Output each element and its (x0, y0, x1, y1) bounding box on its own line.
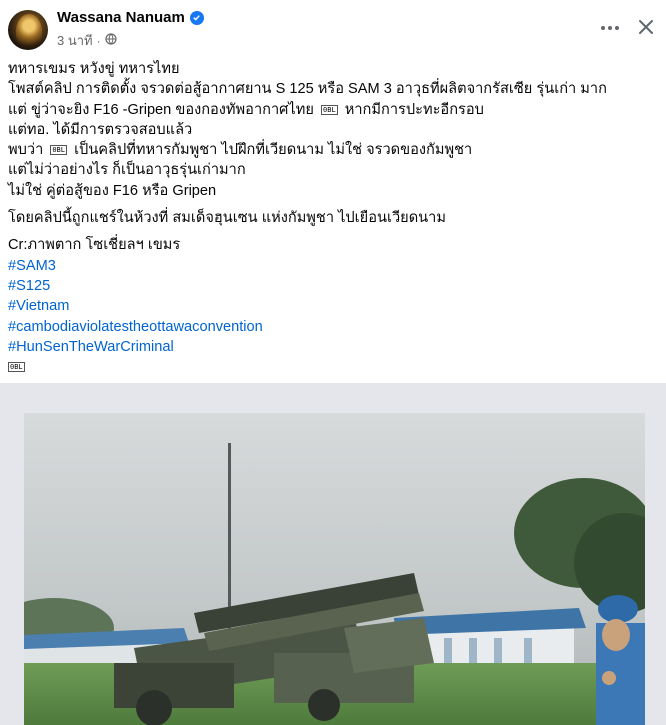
post-video[interactable] (24, 413, 645, 725)
post-line: แต่ไม่ว่าอย่างไร ก็เป็นอาวุธรุ่นเก่ามาก (8, 162, 246, 179)
post-line-text: เป็นคลิปที่ทหารกัมพูชา ไปฝึกที่เวียดนาม … (74, 142, 473, 159)
author-name[interactable]: Wassana Nanuam (57, 9, 185, 26)
post-line: แต่ ขู่ว่าจะยิง F16 -Gripen ของกองทัพอาก… (8, 100, 658, 120)
more-options-button[interactable] (596, 14, 624, 42)
post-line: ไม่ใช่ คู่ต่อสู้ของ F16 หรือ Gripen (8, 182, 217, 199)
hashtag-sam3[interactable]: #SAM3 (8, 256, 658, 276)
hashtag-hunsen[interactable]: #HunSenTheWarCriminal (8, 337, 658, 357)
hashtag-vietnam[interactable]: #Vietnam (8, 296, 658, 316)
author-row: Wassana Nanuam (57, 9, 204, 26)
post-line: 0BL (8, 357, 658, 377)
post-meta: 3 นาที · (57, 30, 117, 51)
emoji-placeholder-icon: 0BL (8, 362, 25, 373)
globe-icon (105, 33, 117, 48)
post-line-text: หากมีการปะทะอีกรอบ (344, 101, 484, 118)
post-line: โพสต์คลิป การติดตั้ง จรวดต่อสู้อากาศยาน … (8, 81, 607, 98)
post-header: Wassana Nanuam 3 นาที · (0, 0, 666, 56)
verified-badge-icon (189, 10, 204, 25)
post-body: ทหารเขมร หวังขู่ ทหารไทย โพสต์คลิป การติ… (8, 59, 658, 377)
hashtag-s125[interactable]: #S125 (8, 276, 658, 296)
meta-separator: · (96, 33, 101, 48)
media-container (0, 383, 666, 725)
post-credit: Cr:ภาพตาก โซเชี่ยลฯ เขมร (8, 237, 181, 254)
post-line: โดยคลิปนี้ถูกแชร์ในห้วงที่ สมเด็จฮุนเซน … (8, 210, 446, 227)
emoji-placeholder-icon: 0BL (321, 104, 338, 115)
close-button[interactable] (632, 12, 660, 42)
post-line: แต่ทอ. ได้มีการตรวจสอบแล้ว (8, 121, 193, 138)
emoji-placeholder-icon: 0BL (50, 145, 67, 156)
post-line-text: พบว่า (8, 142, 44, 159)
hashtag-cambodia[interactable]: #cambodiaviolatestheottawaconvention (8, 317, 658, 337)
video-frame (24, 413, 645, 725)
author-avatar[interactable] (8, 10, 48, 50)
post-line: พบว่า 0BL เป็นคลิปที่ทหารกัมพูชา ไปฝึกที… (8, 140, 658, 160)
post-time[interactable]: 3 นาที (57, 30, 93, 51)
post-line: ทหารเขมร หวังขู่ ทหารไทย (8, 61, 180, 77)
post-line-text: แต่ ขู่ว่าจะยิง F16 -Gripen ของกองทัพอาก… (8, 101, 314, 118)
